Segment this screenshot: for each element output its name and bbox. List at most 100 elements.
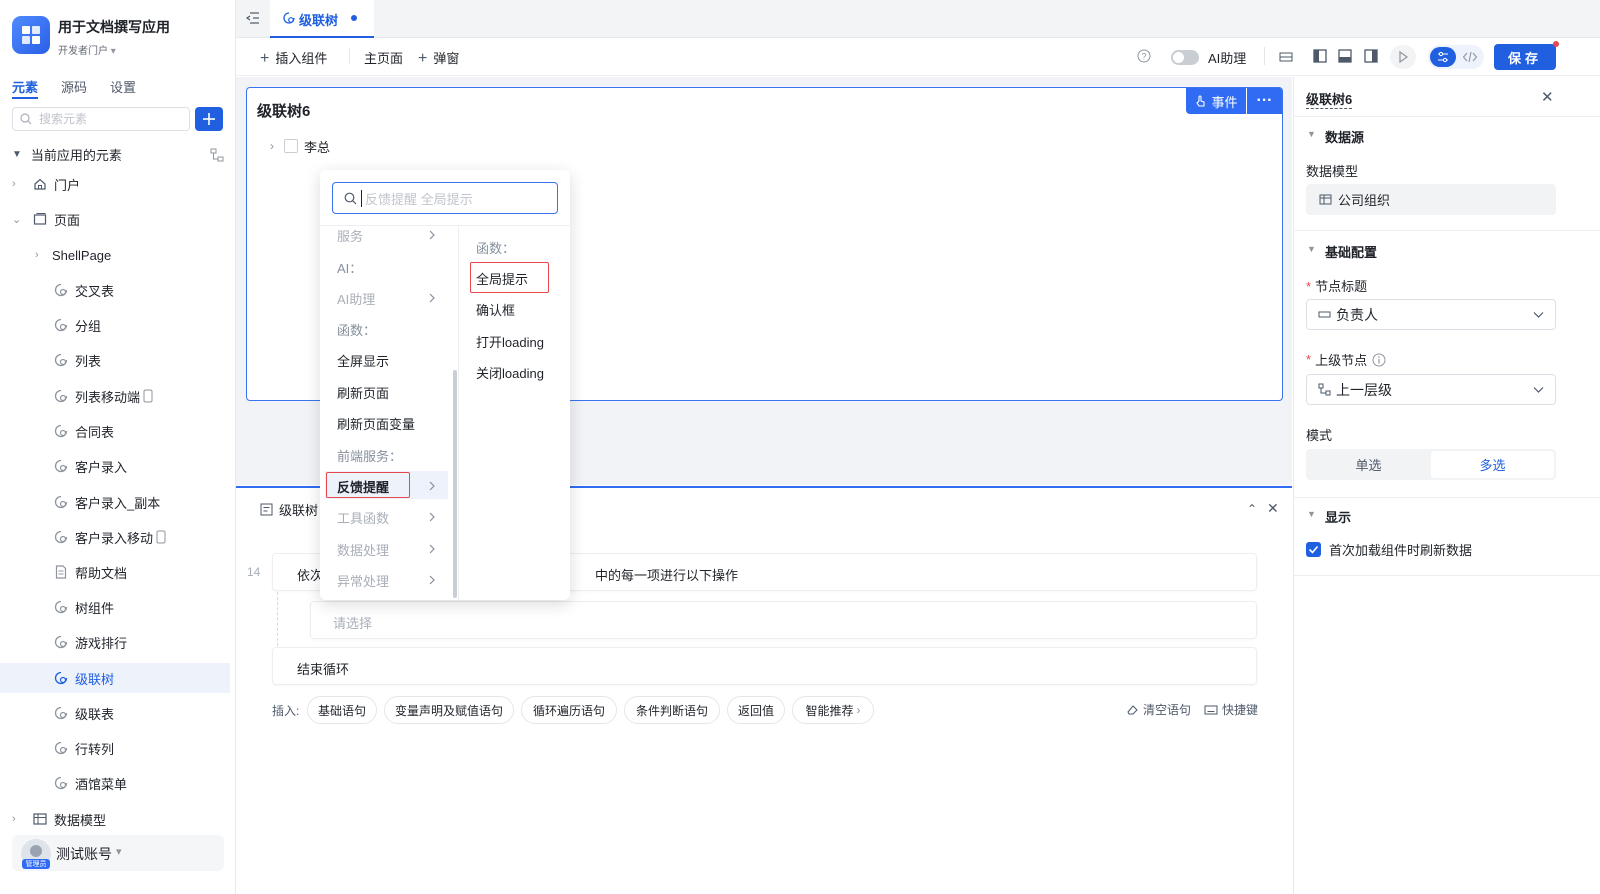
refresh-on-load-option[interactable]: 首次加载组件时刷新数据 — [1306, 540, 1472, 559]
popup-option[interactable]: 服务 — [337, 226, 363, 245]
tab-settings[interactable]: 设置 — [110, 77, 136, 96]
popup-option[interactable]: 刷新页面 — [337, 383, 389, 402]
popup-option[interactable]: 数据处理 — [337, 540, 389, 559]
tree-item-shellpage[interactable]: › ShellPage — [0, 240, 230, 270]
data-model-field[interactable]: 公司组织 — [1306, 184, 1556, 215]
main-page-button[interactable]: 主页面 — [364, 48, 403, 67]
popup-option[interactable]: AI助理 — [337, 289, 375, 308]
table-icon — [32, 811, 48, 827]
popup-option[interactable]: 反馈提醒 — [337, 477, 389, 496]
properties-title[interactable]: 级联树6 — [1306, 89, 1353, 109]
mode-multi-option[interactable]: 多选 — [1431, 451, 1554, 478]
caret-down-icon[interactable]: ▼ — [1307, 244, 1316, 254]
user-account[interactable]: 管理员 测试账号 ▾ — [12, 835, 224, 871]
tree-item-page[interactable]: 列表 — [0, 345, 230, 375]
insert-basic-statement[interactable]: 基础语句 — [307, 696, 377, 724]
popup-option[interactable]: 工具函数 — [337, 508, 389, 527]
tree-item-page[interactable]: 行转列 — [0, 733, 230, 763]
tree-item-page[interactable]: 级联树 — [0, 663, 230, 693]
checkbox-checked-icon[interactable] — [1306, 542, 1321, 557]
tree-item-page[interactable]: 游戏排行 — [0, 627, 230, 657]
close-icon[interactable]: ✕ — [1541, 88, 1554, 106]
portal-switcher[interactable]: 开发者门户 ▾ — [58, 42, 116, 57]
insert-loop-statement[interactable]: 循环遍历语句 — [521, 696, 617, 724]
option-open-loading[interactable]: 打开loading — [476, 332, 544, 351]
insert-component-button[interactable]: + 插入组件 — [260, 48, 327, 68]
bottom-panel-icon[interactable] — [1338, 49, 1352, 63]
tree-item-data-model[interactable]: › 数据模型 — [0, 804, 230, 834]
popup-button[interactable]: + 弹窗 — [418, 48, 459, 68]
parent-node-select[interactable]: 上一层级 — [1306, 374, 1556, 405]
popup-scrollbar[interactable] — [453, 370, 457, 598]
add-element-button[interactable] — [195, 107, 223, 131]
popup-group-label: 前端服务： — [337, 449, 403, 464]
tree-item-page[interactable]: 客户录入 — [0, 451, 230, 481]
current-app-elements-header[interactable]: ▼ 当前应用的元素 — [12, 145, 224, 164]
preview-button[interactable] — [1390, 45, 1416, 69]
element-search[interactable] — [12, 107, 190, 131]
tree-item-page[interactable]: 级联表 — [0, 698, 230, 728]
tree-item-page[interactable]: 树组件 — [0, 592, 230, 622]
tree-item-page[interactable]: 酒馆菜单 — [0, 768, 230, 798]
node-title-select[interactable]: 负责人 — [1306, 299, 1556, 330]
smart-recommend-button[interactable]: 智能推荐 › — [792, 696, 874, 724]
clear-statements-button[interactable]: 清空语句 — [1126, 701, 1191, 718]
tree-item-page[interactable]: 客户录入_副本 — [0, 487, 230, 517]
collapse-all-icon[interactable] — [210, 148, 224, 162]
caret-down-icon[interactable]: ▼ — [1307, 129, 1316, 139]
view-mode-switch[interactable] — [1428, 45, 1484, 69]
popup-search-box[interactable] — [332, 182, 558, 214]
option-close-loading[interactable]: 关闭loading — [476, 363, 544, 382]
popup-search-input[interactable] — [365, 190, 553, 208]
chevron-right-icon[interactable]: › — [270, 139, 274, 153]
insert-return-statement[interactable]: 返回值 — [727, 696, 785, 724]
right-group-label: 函数： — [476, 241, 516, 256]
tab-elements[interactable]: 元素 — [12, 77, 38, 96]
collapse-sidebar-icon[interactable] — [245, 10, 261, 26]
tree-item-page[interactable]: 合同表 — [0, 416, 230, 446]
element-search-input[interactable] — [39, 111, 184, 127]
left-panel-icon[interactable] — [1313, 49, 1327, 63]
info-icon[interactable] — [1372, 353, 1386, 367]
page-icon — [53, 282, 69, 298]
popup-option[interactable]: 异常处理 — [337, 571, 389, 590]
tree-item-pages[interactable]: ⌄ 页面 — [0, 204, 230, 234]
mode-single-option[interactable]: 单选 — [1306, 449, 1431, 480]
tab-cascade-tree[interactable]: 级联树 — [270, 0, 374, 38]
tree-item-portal[interactable]: › 门户 — [0, 169, 230, 199]
popup-option[interactable]: 刷新页面变量 — [337, 414, 415, 433]
help-icon[interactable]: ? — [1137, 49, 1151, 63]
page-icon — [53, 458, 69, 474]
tree-item-page[interactable]: 客户录入移动 — [0, 522, 230, 552]
tree-node-checkbox[interactable] — [284, 139, 298, 153]
empty-statement-slot[interactable]: 请选择 — [310, 601, 1257, 639]
ai-assistant-toggle[interactable] — [1171, 50, 1199, 65]
option-confirm-dialog[interactable]: 确认框 — [476, 300, 515, 319]
tree-item-page[interactable]: 交叉表 — [0, 275, 230, 305]
tree-item-page[interactable]: 列表移动端 — [0, 381, 230, 411]
tab-source[interactable]: 源码 — [61, 77, 87, 96]
datasource-section[interactable]: 数据源 — [1325, 127, 1364, 146]
caret-down-icon[interactable]: ▼ — [1307, 509, 1316, 519]
svg-text:?: ? — [1141, 52, 1146, 62]
code-mode-icon[interactable] — [1462, 49, 1478, 65]
insert-variable-statement[interactable]: 变量声明及赋值语句 — [384, 696, 514, 724]
tree-node[interactable]: › 李总 — [270, 137, 330, 155]
shortcuts-button[interactable]: 快捷键 — [1204, 701, 1258, 718]
close-panel-icon[interactable]: ✕ — [1267, 500, 1279, 517]
display-section[interactable]: 显示 — [1325, 507, 1351, 526]
save-button[interactable]: 保存 — [1494, 44, 1556, 70]
design-mode-icon[interactable] — [1430, 47, 1456, 67]
tree-item-page[interactable]: 分组 — [0, 310, 230, 340]
tree-item-label: 帮助文档 — [75, 565, 128, 581]
popup-option[interactable]: 全屏显示 — [337, 351, 389, 370]
collapse-panel-icon[interactable]: ⌃ — [1247, 502, 1257, 516]
option-global-toast[interactable]: 全局提示 — [476, 269, 528, 288]
event-button[interactable]: 事件 — [1186, 88, 1246, 114]
layout-outline-icon[interactable] — [1279, 50, 1293, 64]
tree-item-page[interactable]: 帮助文档 — [0, 557, 230, 587]
right-panel-icon[interactable] — [1364, 49, 1378, 63]
basic-config-section[interactable]: 基础配置 — [1325, 242, 1377, 261]
more-options-button[interactable]: ··· — [1247, 88, 1282, 114]
insert-condition-statement[interactable]: 条件判断语句 — [624, 696, 720, 724]
